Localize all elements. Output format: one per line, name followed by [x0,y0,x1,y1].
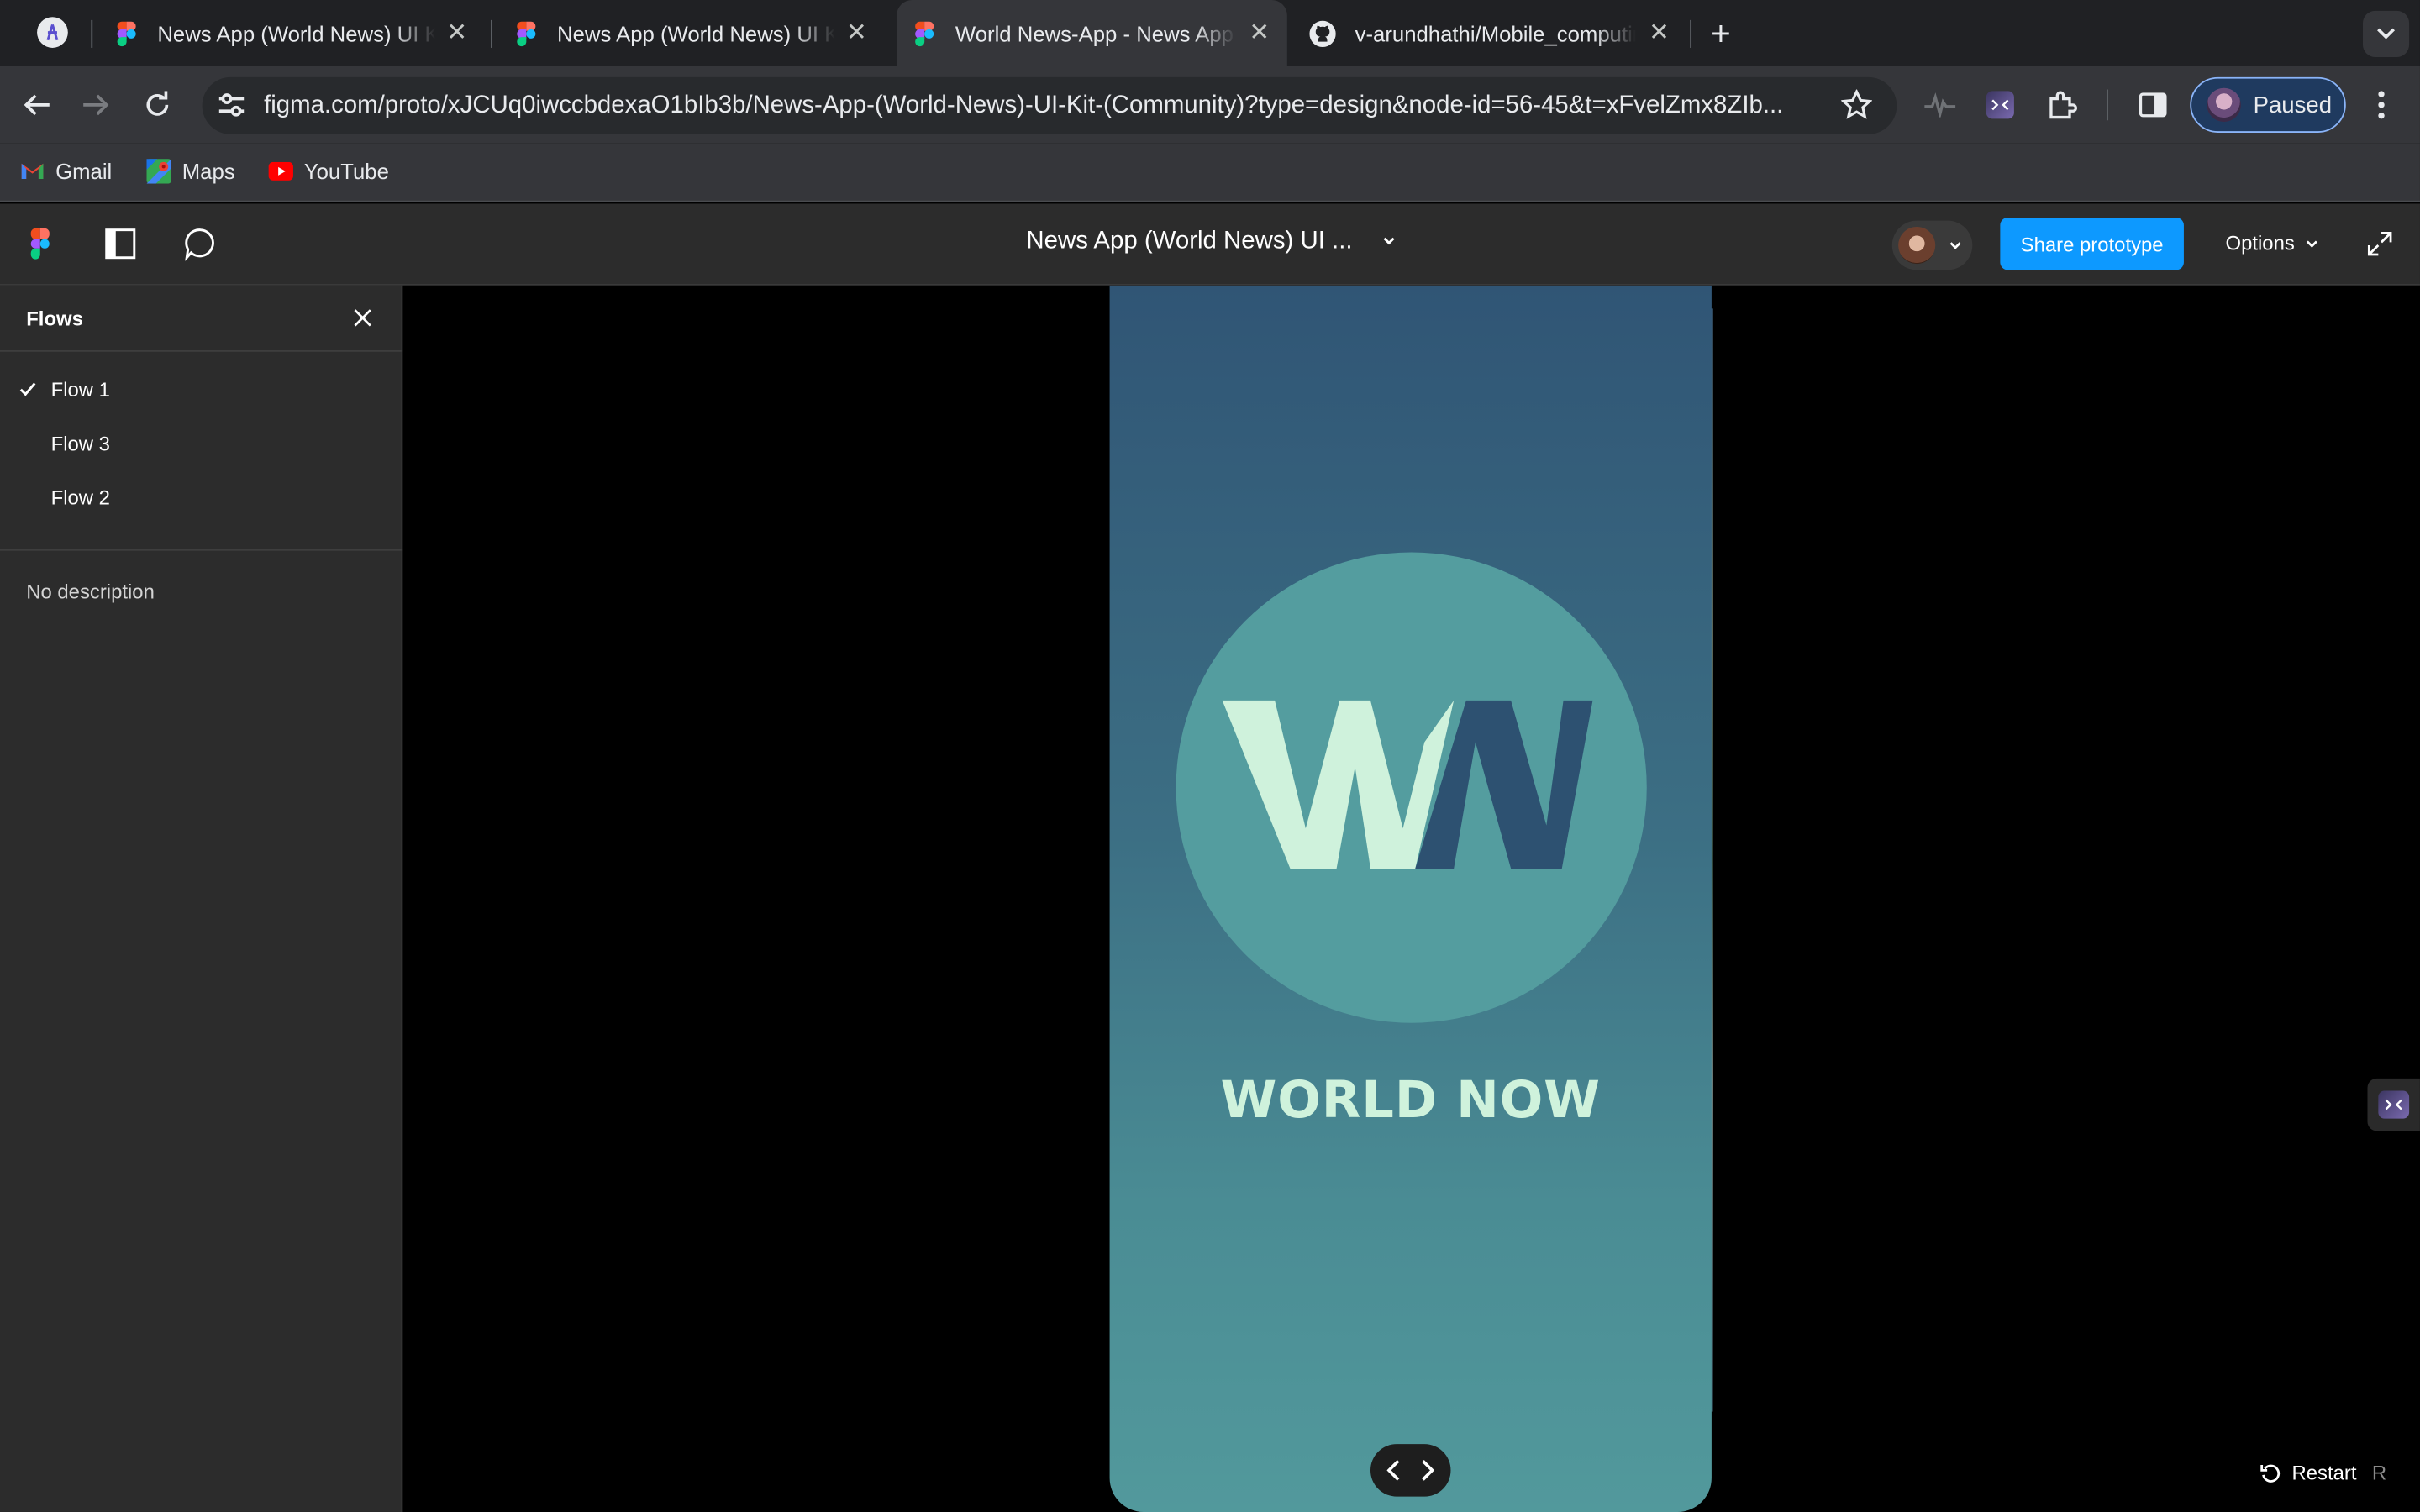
profile-button[interactable]: Paused [2190,76,2346,133]
next-frame-button[interactable] [1415,1458,1437,1483]
flows-sidebar: Flows Flow 1 Flow 3 Flow 2 No descriptio… [0,285,403,1512]
bookmark-star-icon[interactable] [1841,89,1872,121]
expand-icon [2367,231,2392,256]
flow-label: Flow 1 [50,377,110,402]
restart-label: Restart [2291,1461,2357,1484]
profile-status-label: Paused [2253,92,2333,118]
brand-name: WORLD NOW [1220,1068,1601,1130]
bookmark-label: Maps [182,159,235,184]
previous-frame-button[interactable] [1385,1458,1407,1483]
url-text: figma.com/proto/xJCUq0iwccbdexaO1bIb3b/N… [264,92,1784,119]
wn-logo-icon [1222,700,1593,869]
options-label: Options [2225,231,2295,255]
back-button[interactable] [18,87,55,123]
figma-favicon-icon [912,20,936,46]
flow-item-1[interactable]: Flow 1 [0,363,402,415]
close-tab-icon[interactable]: ✕ [1647,20,1671,46]
floating-extension-button[interactable] [2367,1078,2420,1131]
gmail-icon [21,163,44,180]
extension-logo-icon [2378,1090,2410,1119]
bookmarks-bar: Gmail Maps YouTube [0,143,2420,202]
tab-1[interactable]: News App (World News) UI Kit (Community)… [102,0,487,66]
fullscreen-button[interactable] [2361,225,2398,262]
close-tab-icon[interactable]: ✕ [1247,20,1271,46]
tab-title: News App (World News) UI Kit (Community) [557,20,835,46]
performance-icon[interactable] [1923,88,1957,122]
bookmark-gmail[interactable]: Gmail [20,159,113,184]
figma-favicon-icon [514,20,539,46]
frame-navigation [1370,1444,1451,1497]
options-menu-button[interactable]: Options [2226,232,2320,255]
browser-menu-icon[interactable] [2369,88,2393,122]
forward-button[interactable] [77,87,114,123]
flows-title: Flows [26,307,83,331]
bookmark-label: YouTube [303,159,389,184]
side-panel-icon[interactable] [2136,88,2170,122]
figma-logo-icon [29,228,51,260]
flow-description: No description [26,580,155,604]
chevron-down-icon[interactable] [1380,232,1398,250]
checkmark-icon [19,382,36,396]
close-tab-icon[interactable]: ✕ [445,20,469,46]
tab-4[interactable]: v-arundhathi/Mobile_computing ✕ [1297,0,1682,66]
tab-3-active[interactable]: World News-App - News App (World News) U… [897,0,1287,66]
chevron-down-icon [2377,28,2396,39]
tab-separator [1690,19,1692,48]
extension-app-icon[interactable] [1983,88,2017,122]
reload-icon [146,91,169,116]
arrow-right-icon [83,94,109,116]
chevron-down-icon [2306,239,2317,247]
flow-label: Flow 3 [50,432,110,455]
profile-avatar [2207,87,2241,123]
pinned-tab-icon[interactable] [37,17,68,48]
reload-button[interactable] [139,87,176,123]
splash-screen-frame[interactable]: WORLD NOW [1109,285,1712,1512]
address-bar[interactable]: figma.com/proto/xJCUq0iwccbdexaO1bIb3b/N… [202,76,1897,134]
extensions-puzzle-icon[interactable] [2045,88,2079,122]
restart-icon [2260,1463,2281,1482]
youtube-icon [268,161,293,181]
sidebar-panel-icon [105,228,136,260]
tab-title: News App (World News) UI Kit (Community) [157,20,435,46]
figma-favicon-icon [114,20,139,46]
maps-icon [146,159,171,184]
tab-separator [91,19,93,48]
restart-button[interactable]: Restart R [2260,1461,2386,1484]
tab-separator [491,19,492,48]
figma-menu-button[interactable] [22,225,59,262]
close-tab-icon[interactable]: ✕ [844,20,869,46]
user-avatar [1898,226,1936,265]
flow-label: Flow 2 [50,486,110,510]
comment-bubble-icon [185,228,214,261]
new-tab-button[interactable]: + [1704,14,1738,53]
figma-prototype-header: News App (World News) UI ... Share proto… [0,203,2420,286]
chevron-down-icon [1949,242,1961,249]
restart-shortcut: R [2371,1461,2387,1484]
arrow-left-icon [24,94,50,116]
bookmark-maps[interactable]: Maps [146,159,235,184]
bookmark-youtube[interactable]: YouTube [268,159,389,184]
prototype-canvas: WORLD NOW Restart R [402,285,2420,1512]
github-favicon-icon [1309,19,1336,47]
tab-title: World News-App - News App (World News) U… [955,20,1236,46]
close-icon[interactable] [350,306,375,330]
browser-toolbar: figma.com/proto/xJCUq0iwccbdexaO1bIb3b/N… [0,66,2420,144]
toggle-sidebar-button[interactable] [102,225,139,262]
file-title[interactable]: News App (World News) UI ... [1026,228,1352,256]
comments-button[interactable] [182,225,219,262]
flow-item-2[interactable]: Flow 2 [0,470,402,522]
share-prototype-button[interactable]: Share prototype [2000,217,2184,270]
toolbar-separator [2107,89,2108,121]
flow-item-3[interactable]: Flow 3 [0,417,402,469]
viewer-avatar-menu[interactable] [1891,220,1973,270]
browser-tab-strip: News App (World News) UI Kit (Community)… [0,0,2420,66]
bookmark-label: Gmail [55,159,113,184]
tab-title: v-arundhathi/Mobile_computing [1355,20,1636,46]
flows-header: Flows [0,286,403,352]
tab-search-button[interactable] [2362,10,2410,57]
sidebar-divider [0,549,403,551]
tab-2[interactable]: News App (World News) UI Kit (Community)… [502,0,887,66]
site-settings-icon[interactable] [218,92,245,117]
